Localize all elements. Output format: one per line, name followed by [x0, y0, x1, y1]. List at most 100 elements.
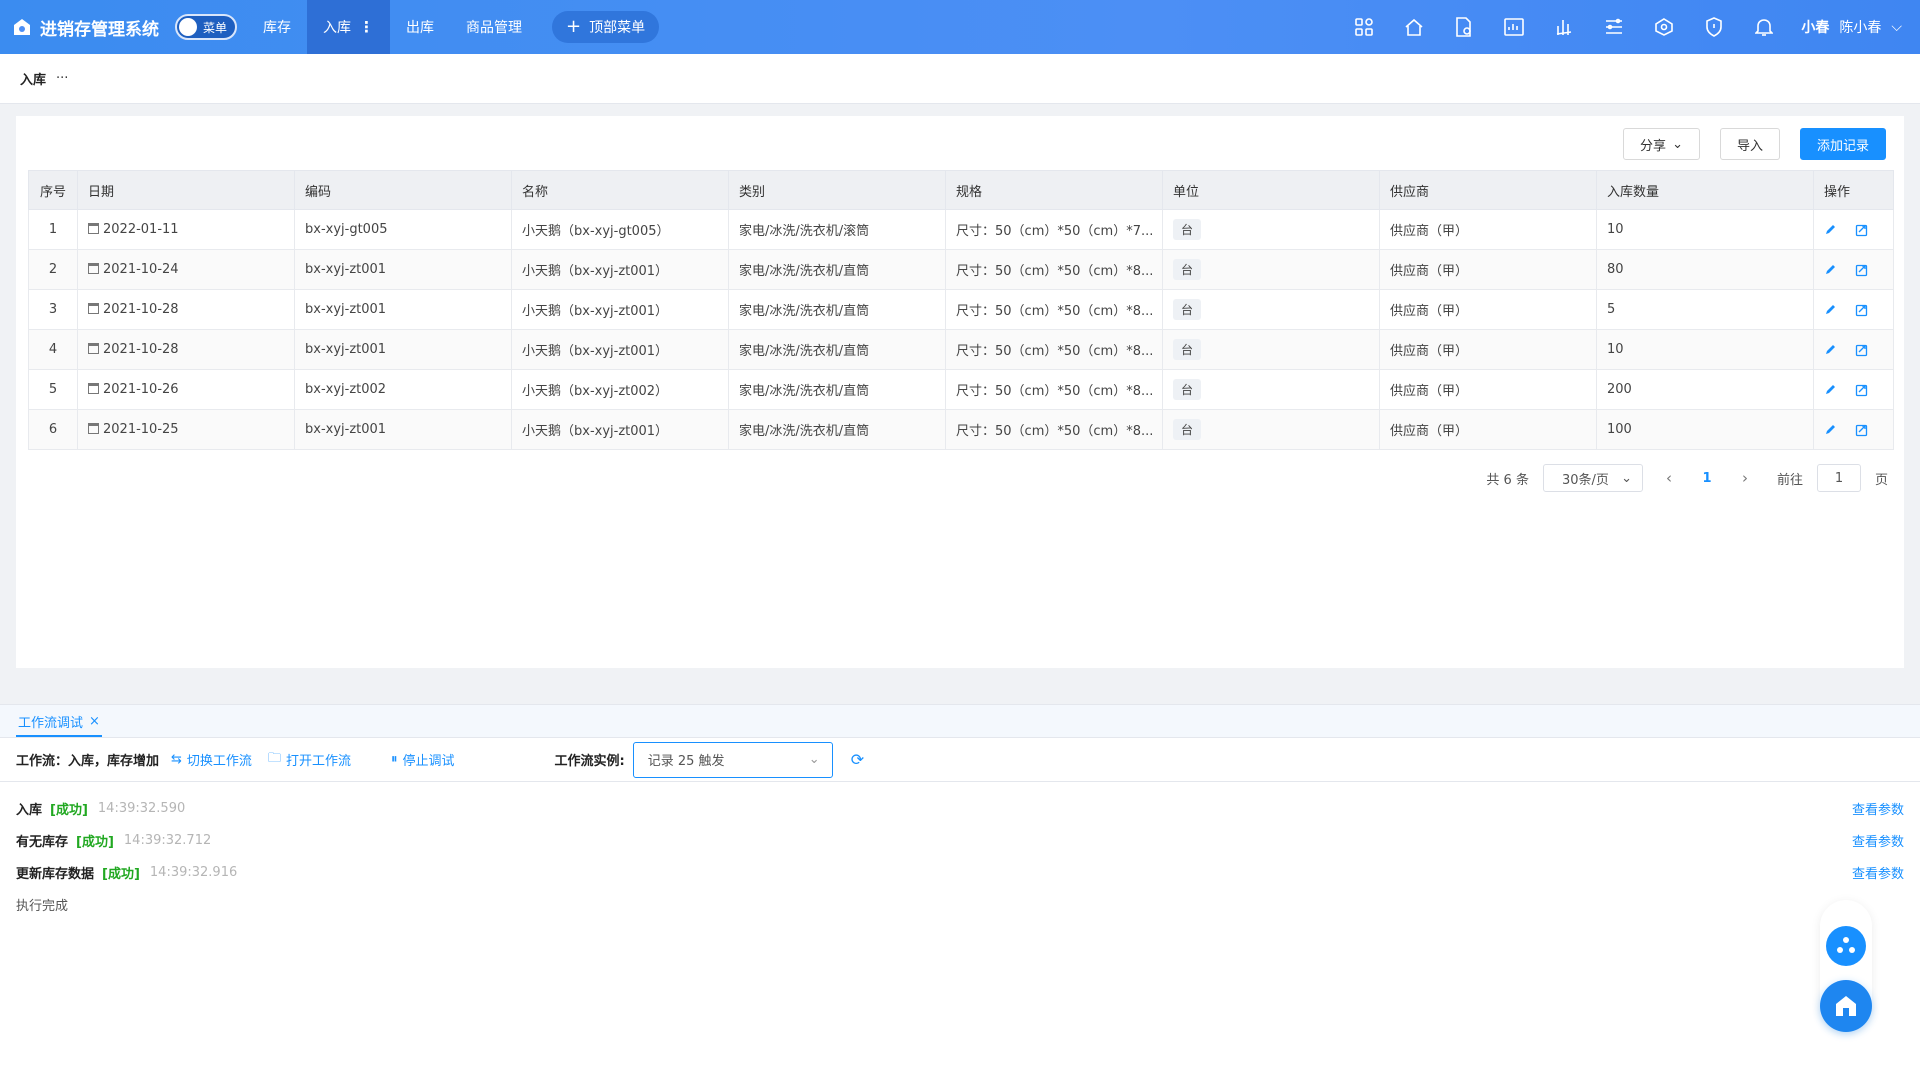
col-header[interactable]: 日期 [77, 170, 295, 210]
more-vertical-icon[interactable]: ⋮ [359, 18, 374, 36]
close-icon[interactable]: × [89, 714, 100, 729]
row-spec: 尺寸：50（cm）*50（cm）*8... [945, 409, 1163, 450]
row-qty: 5 [1596, 289, 1814, 330]
home-icon [1836, 996, 1856, 1016]
report-icon[interactable] [1489, 0, 1539, 54]
instance-value: 记录 25 触发 [647, 754, 725, 769]
table-row[interactable]: 3 2021-10-28 bx-xyj-zt001 小天鹅（bx-xyj-zt001）… [28, 289, 1894, 330]
edit-icon[interactable] [1824, 423, 1837, 436]
edit-icon[interactable] [1824, 223, 1837, 236]
nav-item-products[interactable]: 商品管理 [450, 0, 538, 54]
col-header[interactable]: 序号 [28, 170, 78, 210]
instance-label: 工作流实例: [554, 754, 625, 769]
chart-icon[interactable] [1539, 0, 1589, 54]
nav-item-stock-out[interactable]: 出库 [390, 0, 450, 54]
network-icon[interactable] [1639, 0, 1689, 54]
edit-icon[interactable] [1824, 303, 1837, 316]
view-detail-icon[interactable] [1855, 423, 1869, 437]
share-label: 分享 [1640, 138, 1667, 154]
menu-toggle[interactable]: 菜单 [175, 14, 237, 40]
open-workflow-button[interactable]: 🗀 打开工作流 [268, 749, 351, 771]
switch-workflow-button[interactable]: ⇆ 切换工作流 [171, 750, 252, 769]
row-qty: 10 [1596, 209, 1814, 250]
import-button[interactable]: 导入 [1719, 128, 1780, 160]
col-header[interactable]: 类别 [728, 170, 946, 210]
calendar-icon [88, 303, 99, 314]
top-bar: 进销存管理系统 菜单 库存 入库 ⋮ 出库 商品管理 + 顶部菜单 小春 陈小春… [0, 0, 1920, 54]
goto-label: 前往 [1776, 472, 1803, 488]
workflow-instance-select[interactable]: 记录 25 触发 ⌄ [632, 741, 833, 778]
page-size-select[interactable]: 30条/页 ⌄ [1542, 464, 1643, 492]
debug-toolbar: 工作流：入库，库存增加 ⇆ 切换工作流 🗀 打开工作流 ⏸ 停止调试 工作流实例: 记… [0, 738, 1920, 782]
table-row[interactable]: 6 2021-10-25 bx-xyj-zt001 小天鹅（bx-xyj-zt001）… [28, 409, 1894, 450]
top-menu-button[interactable]: + 顶部菜单 [552, 11, 660, 43]
workflow-fab[interactable] [1826, 926, 1866, 966]
prev-page-icon[interactable]: ‹ [1657, 469, 1681, 487]
folder-icon: 🗀 [267, 750, 281, 766]
top-nav: 库存 入库 ⋮ 出库 商品管理 [247, 0, 538, 54]
flow-icon[interactable] [1589, 0, 1639, 54]
view-detail-icon[interactable] [1855, 303, 1869, 317]
switch-icon: ⇆ [171, 752, 182, 767]
share-button[interactable]: 分享 ⌄ [1623, 128, 1700, 160]
view-params-link[interactable]: 查看参数 [1852, 831, 1904, 850]
pager-total: 共 6 条 [1486, 472, 1529, 488]
row-actions [1813, 209, 1894, 250]
tab-workflow-debug[interactable]: 工作流调试 × [16, 707, 102, 737]
home-icon[interactable] [1389, 0, 1439, 54]
col-header[interactable]: 规格 [945, 170, 1163, 210]
apps-icon[interactable] [1339, 0, 1389, 54]
view-params-link[interactable]: 查看参数 [1852, 863, 1904, 882]
document-settings-icon[interactable] [1439, 0, 1489, 54]
home-logo-icon [14, 19, 30, 35]
edit-icon[interactable] [1824, 263, 1837, 276]
row-code: bx-xyj-zt001 [294, 329, 512, 370]
row-unit: 台 [1162, 409, 1380, 450]
shield-icon[interactable] [1689, 0, 1739, 54]
col-header[interactable]: 单位 [1162, 170, 1380, 210]
breadcrumb-more[interactable]: ··· [56, 71, 68, 86]
table-row[interactable]: 4 2021-10-28 bx-xyj-zt001 小天鹅（bx-xyj-zt001）… [28, 329, 1894, 370]
view-detail-icon[interactable] [1855, 263, 1869, 277]
row-actions [1813, 369, 1894, 410]
workflow-debug-panel: 工作流调试 × 工作流：入库，库存增加 ⇆ 切换工作流 🗀 打开工作流 ⏸ 停止调试 … [0, 704, 1920, 1079]
view-detail-icon[interactable] [1855, 383, 1869, 397]
col-header[interactable]: 名称 [511, 170, 729, 210]
page-suffix: 页 [1874, 472, 1888, 488]
edit-icon[interactable] [1824, 343, 1837, 356]
home-fab[interactable] [1820, 980, 1872, 1032]
next-page-icon[interactable]: › [1733, 469, 1757, 487]
table-row[interactable]: 5 2021-10-26 bx-xyj-zt002 小天鹅（bx-xyj-zt002）… [28, 369, 1894, 410]
calendar-icon [88, 383, 99, 394]
table-row[interactable]: 1 2022-01-11 bx-xyj-gt005 小天鹅（bx-xyj-gt005）… [28, 209, 1894, 250]
brand[interactable]: 进销存管理系统 [0, 15, 159, 40]
menu-toggle-label: 菜单 [202, 20, 227, 35]
col-header[interactable]: 供应商 [1379, 170, 1597, 210]
nav-item-label: 入库 [323, 20, 351, 36]
row-index: 4 [28, 329, 78, 370]
add-record-button[interactable]: 添加记录 [1799, 128, 1886, 160]
view-detail-icon[interactable] [1855, 223, 1869, 237]
row-code: bx-xyj-zt001 [294, 289, 512, 330]
row-date-text: 2021-10-28 [103, 342, 179, 357]
nav-item-stock-in[interactable]: 入库 ⋮ [307, 0, 390, 54]
edit-icon[interactable] [1824, 383, 1837, 396]
view-params-link[interactable]: 查看参数 [1852, 799, 1904, 818]
goto-page-input[interactable]: 1 [1816, 464, 1861, 492]
row-index: 5 [28, 369, 78, 410]
view-detail-icon[interactable] [1855, 343, 1869, 357]
user-menu[interactable]: 小春 陈小春 ⌵ [1789, 17, 1920, 37]
table-row[interactable]: 2 2021-10-24 bx-xyj-zt001 小天鹅（bx-xyj-zt001）… [28, 249, 1894, 290]
stop-debug-button[interactable]: ⏸ 停止调试 [391, 750, 455, 769]
row-code: bx-xyj-zt001 [294, 409, 512, 450]
row-supplier: 供应商（甲） [1379, 409, 1597, 450]
col-header[interactable]: 编码 [294, 170, 512, 210]
bell-icon[interactable] [1739, 0, 1789, 54]
col-header[interactable]: 入库数量 [1596, 170, 1814, 210]
refresh-icon[interactable]: ⟳ [851, 750, 864, 769]
row-name: 小天鹅（bx-xyj-zt001） [511, 329, 729, 370]
user-nickname: 小春 [1801, 20, 1830, 36]
pager-current-page[interactable]: 1 [1695, 471, 1719, 486]
nav-item-inventory[interactable]: 库存 [247, 0, 307, 54]
row-unit: 台 [1162, 329, 1380, 370]
